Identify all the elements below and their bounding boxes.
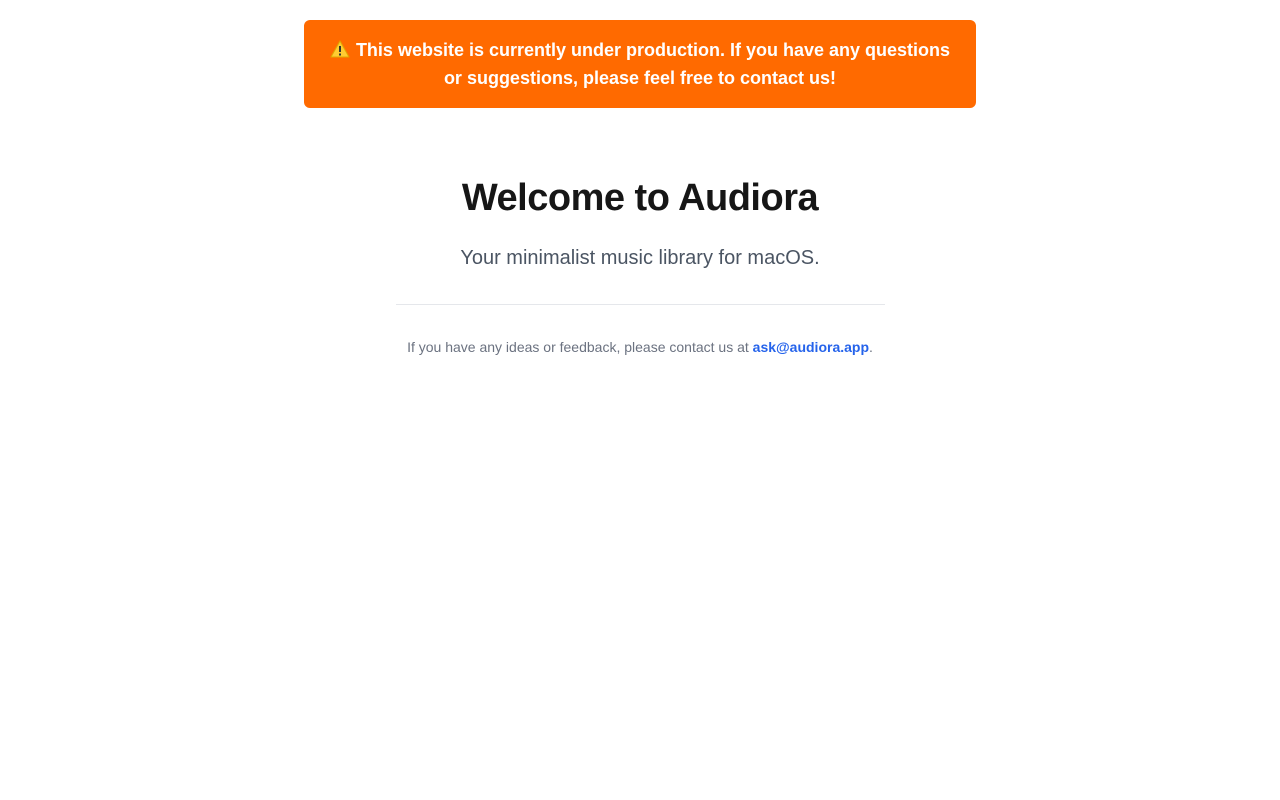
warning-icon <box>330 40 350 58</box>
contact-prefix: If you have any ideas or feedback, pleas… <box>407 339 753 355</box>
page-subtitle: Your minimalist music library for macOS. <box>460 247 820 269</box>
divider <box>395 304 885 305</box>
production-notice-banner: This website is currently under producti… <box>304 20 976 108</box>
banner-text: This website is currently under producti… <box>355 40 951 88</box>
contact-suffix: . <box>869 339 873 355</box>
contact-text: If you have any ideas or feedback, pleas… <box>0 337 1280 357</box>
page-title: Welcome to Audiora <box>461 177 819 219</box>
contact-email-link[interactable]: ask@audiora.app <box>753 339 869 355</box>
banner-content: This website is currently under producti… <box>322 36 958 92</box>
hero-section: Welcome to Audiora Your minimalist music… <box>0 170 1280 357</box>
